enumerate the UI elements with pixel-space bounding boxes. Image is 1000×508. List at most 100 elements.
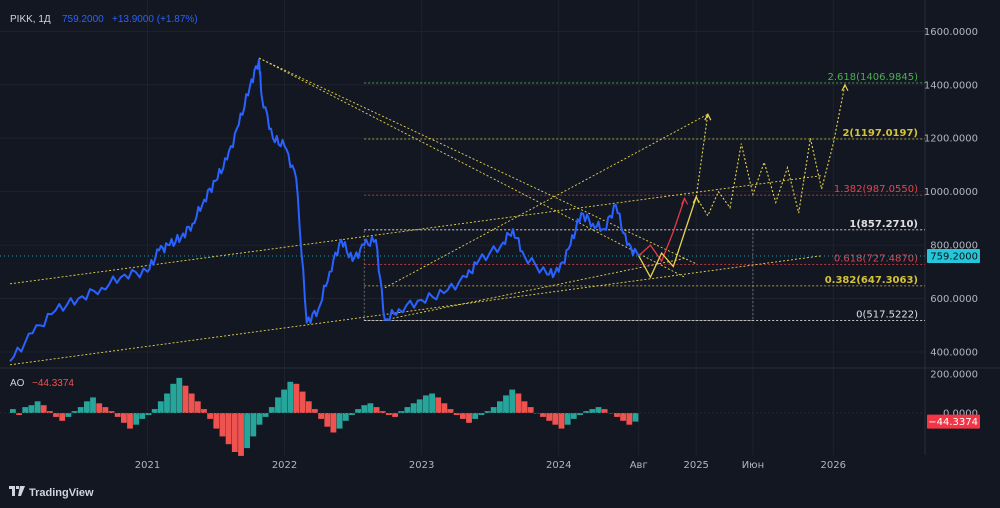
- time-tick-label: 2023: [409, 460, 434, 471]
- indicator-name[interactable]: AO: [10, 378, 25, 389]
- ao-bar: [429, 393, 435, 413]
- ao-bar: [503, 395, 509, 413]
- fib-label: 0(517.5222): [856, 310, 918, 321]
- fib-label: 0.382(647.3063): [825, 275, 918, 286]
- ao-bar: [244, 413, 250, 449]
- price-tick-label: 400.0000: [930, 347, 978, 358]
- ao-bar: [490, 407, 497, 413]
- ao-bar: [601, 409, 608, 413]
- time-tick-label: 2022: [272, 460, 297, 471]
- ao-bar: [176, 377, 183, 413]
- ao-bar: [336, 413, 343, 429]
- ao-bar: [133, 413, 140, 425]
- ao-bar: [102, 407, 109, 413]
- ao-bar: [219, 413, 226, 437]
- ao-bar: [182, 385, 189, 413]
- watermark-text: TradingView: [29, 486, 94, 499]
- ao-bar: [53, 413, 59, 417]
- time-tick-label: 2024: [546, 460, 571, 471]
- ao-bar: [256, 413, 263, 425]
- ao-bar: [287, 381, 294, 413]
- ao-bar: [472, 413, 479, 419]
- ao-bar: [404, 407, 411, 413]
- fib-label: 0.618(727.4870): [834, 253, 918, 264]
- ao-bar: [213, 413, 220, 429]
- ao-bar: [121, 413, 127, 423]
- ao-bar: [614, 413, 620, 417]
- ao-bar: [626, 413, 633, 425]
- ao-bar: [441, 403, 448, 414]
- ao-bar: [570, 413, 577, 419]
- fib-label: 2.618(1406.9845): [827, 72, 918, 83]
- ao-bar: [620, 413, 626, 421]
- ao-bar: [435, 397, 442, 413]
- ao-bar: [564, 413, 571, 425]
- ao-value-label: −44.3374: [928, 417, 978, 428]
- ao-bar: [373, 407, 380, 413]
- ao-bar: [318, 413, 324, 419]
- ao-bar: [59, 413, 66, 421]
- symbol-label[interactable]: PIKK, 1Д: [10, 14, 51, 25]
- ao-bar: [392, 413, 398, 417]
- ao-bar: [268, 407, 275, 413]
- ao-bar: [546, 413, 553, 421]
- ao-bar: [34, 401, 41, 413]
- ao-bar: [355, 409, 361, 413]
- fib-label: 2(1197.0197): [842, 128, 918, 139]
- price-change: +13.9000 (+1.87%): [112, 14, 198, 25]
- chart-canvas[interactable]: 2.618(1406.9845) 2(1197.0197) 1.382(987.05…: [0, 0, 1000, 508]
- price-tick-label: 1400.0000: [924, 80, 978, 91]
- ao-bar: [595, 407, 602, 413]
- price-tick-label: 1200.0000: [924, 134, 978, 145]
- ao-tick-label: 200.0000: [930, 370, 978, 381]
- ao-bar: [77, 407, 84, 413]
- ao-bar: [275, 397, 281, 413]
- current-price-label: 759.2000: [930, 252, 978, 263]
- ao-bar: [509, 389, 516, 413]
- ao-bar: [527, 407, 534, 413]
- ao-bar: [10, 409, 16, 413]
- ao-bar: [515, 393, 522, 413]
- ao-bar: [330, 413, 337, 433]
- ao-bar: [139, 413, 146, 419]
- ao-bar: [416, 399, 423, 414]
- tradingview-logo: TradingView: [9, 486, 94, 499]
- ao-bar: [293, 383, 300, 414]
- ao-bar: [312, 409, 318, 413]
- ao-bar: [151, 409, 158, 413]
- ao-bar: [114, 413, 121, 417]
- ao-bar: [96, 403, 103, 414]
- fib-label: 1.382(987.0550): [834, 184, 918, 195]
- ao-bar: [188, 393, 195, 413]
- ao-bar: [231, 413, 238, 452]
- ao-bar: [497, 401, 503, 413]
- time-tick-label: 2021: [135, 460, 160, 471]
- indicator-value: −44.3374: [32, 378, 74, 389]
- ao-bar: [127, 413, 133, 429]
- ao-bar: [460, 413, 466, 419]
- ao-bar: [521, 401, 528, 413]
- ao-bar: [40, 405, 47, 413]
- ao-bar: [262, 413, 269, 417]
- time-tick-label: Июн: [742, 460, 764, 471]
- ao-bar: [84, 401, 90, 413]
- ao-bar: [305, 401, 312, 413]
- ao-bar: [589, 409, 596, 413]
- ao-bar: [157, 401, 164, 413]
- ao-bar: [250, 413, 257, 437]
- ao-bar: [207, 413, 213, 419]
- ao-bar: [164, 393, 170, 413]
- price-value: 759.2000: [62, 14, 104, 25]
- price-tick-label: 600.0000: [930, 294, 978, 305]
- ao-bar: [447, 409, 454, 413]
- tradingview-icon: [9, 486, 25, 499]
- ao-bar: [201, 409, 207, 413]
- ao-bar: [423, 395, 429, 413]
- ao-bar: [324, 413, 331, 427]
- ao-bar: [194, 401, 201, 413]
- ao-bar: [552, 413, 559, 425]
- time-tick-label: Авг: [630, 460, 648, 471]
- ao-bar: [22, 407, 29, 413]
- ao-bar: [170, 383, 177, 414]
- ao-bar: [65, 413, 72, 417]
